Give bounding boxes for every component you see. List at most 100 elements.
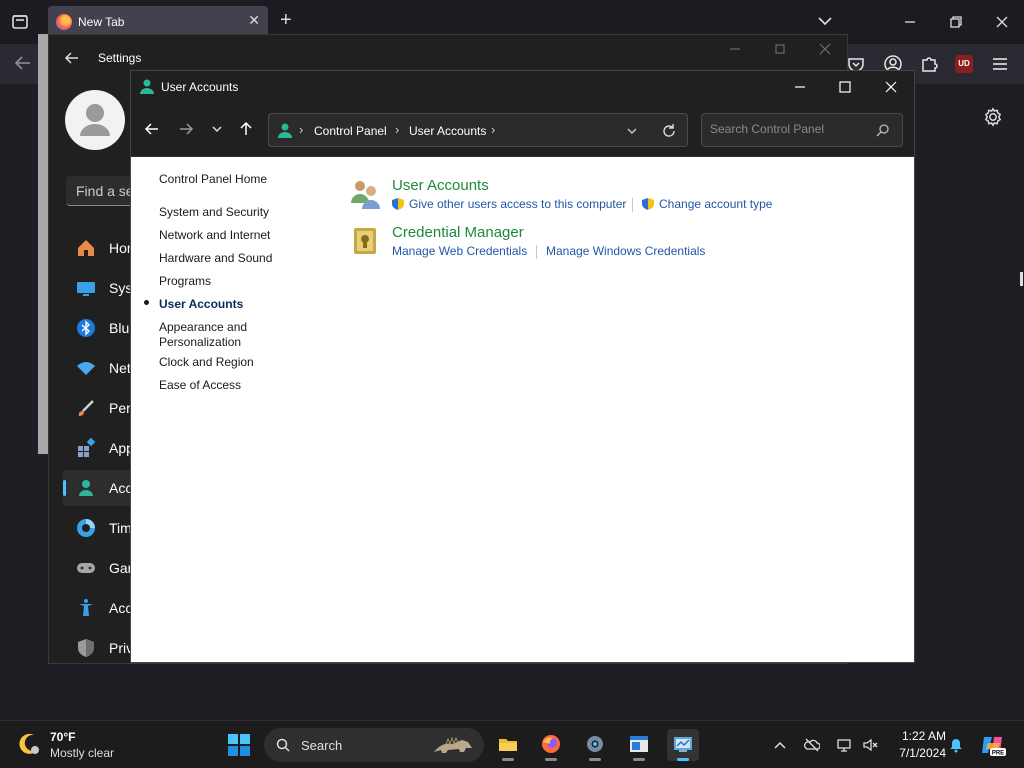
sidebar-item-privacy[interactable]: Priv <box>63 630 133 666</box>
time-icon <box>77 519 95 537</box>
clock-time[interactable]: 1:22 AM <box>890 729 946 743</box>
control-panel-app[interactable] <box>667 729 699 761</box>
credential-manager-heading[interactable]: Credential Manager <box>392 224 524 241</box>
avatar[interactable] <box>65 90 125 150</box>
nav-link-programs[interactable]: Programs <box>159 274 211 289</box>
copilot-badge: PRE <box>992 751 1004 757</box>
onedrive-offline-icon[interactable] <box>804 737 820 753</box>
chevron-down-icon[interactable] <box>816 12 834 30</box>
breadcrumb-separator-icon[interactable]: › <box>299 122 303 137</box>
window-title: User Accounts <box>161 80 239 94</box>
notepad-app[interactable] <box>623 729 655 761</box>
minimize-icon[interactable] <box>898 10 922 34</box>
breadcrumb-control-panel[interactable]: Control Panel <box>314 124 387 138</box>
link-divider <box>632 198 633 212</box>
search-control-panel[interactable] <box>701 113 903 147</box>
selection-indicator <box>63 480 66 496</box>
nav-link-network-and-internet[interactable]: Network and Internet <box>159 228 270 243</box>
uac-shield-icon <box>642 198 654 210</box>
sidebar-item-accounts[interactable]: Acc <box>63 470 133 506</box>
nav-link-ease-of-access[interactable]: Ease of Access <box>159 378 241 393</box>
back-arrow-icon[interactable] <box>63 49 81 67</box>
close-icon[interactable] <box>880 76 902 98</box>
address-bar[interactable]: › Control Panel › User Accounts › <box>268 113 688 147</box>
taskbar-search[interactable]: Search <box>264 728 484 762</box>
give-users-access-link[interactable]: Give other users access to this computer <box>409 197 626 211</box>
list-all-tabs-icon[interactable] <box>8 10 32 34</box>
window-app-icon <box>630 736 648 752</box>
manage-web-credentials-link[interactable]: Manage Web Credentials <box>392 244 527 258</box>
search-input[interactable] <box>710 122 870 136</box>
back-arrow-icon[interactable] <box>143 120 161 138</box>
volume-muted-icon[interactable] <box>862 737 878 753</box>
new-tab-button[interactable]: + <box>280 10 292 30</box>
settings-app[interactable] <box>579 729 611 761</box>
home-icon <box>78 240 94 256</box>
sidebar-item-gaming[interactable]: Gar <box>63 550 133 586</box>
sidebar-item-home[interactable]: Hom <box>63 230 139 266</box>
weather-condition[interactable]: Mostly clear <box>50 746 114 760</box>
weather-moon-icon[interactable] <box>16 731 42 757</box>
sidebar-item-accessibility[interactable]: Acc <box>63 590 133 626</box>
notification-bell-icon[interactable] <box>948 737 964 753</box>
ublock-extension-icon[interactable]: UD <box>955 55 973 73</box>
breadcrumb-user-accounts[interactable]: User Accounts <box>409 124 486 138</box>
close-tab-icon[interactable]: ✕ <box>248 12 260 29</box>
hamburger-menu-icon[interactable] <box>990 54 1010 74</box>
search-icon[interactable] <box>876 123 890 137</box>
restore-icon[interactable] <box>944 10 968 34</box>
title-bar[interactable]: User Accounts <box>131 71 914 103</box>
credential-manager-icon[interactable] <box>349 224 383 258</box>
user-accounts-icon <box>278 123 292 138</box>
display-icon[interactable] <box>836 737 852 753</box>
forward-arrow-icon[interactable] <box>177 120 195 138</box>
weather-temperature[interactable]: 70°F <box>50 730 75 744</box>
file-explorer-app[interactable] <box>492 729 524 761</box>
up-arrow-icon[interactable] <box>237 120 255 138</box>
nav-link-appearance[interactable]: Appearance and <box>159 320 247 335</box>
sidebar-item-time[interactable]: Tim <box>63 510 133 546</box>
sidebar-item-network[interactable]: Net <box>63 350 133 386</box>
sidebar-item-system[interactable]: Syst <box>63 270 136 306</box>
minimize-icon[interactable] <box>789 76 811 98</box>
manage-windows-credentials-link[interactable]: Manage Windows Credentials <box>546 244 705 258</box>
gear-icon[interactable] <box>982 106 1004 128</box>
accounts-icon <box>79 480 93 496</box>
close-icon[interactable] <box>817 41 833 57</box>
nav-link-personalization[interactable]: Personalization <box>159 335 241 350</box>
bluetooth-icon <box>77 319 95 337</box>
minimize-icon[interactable] <box>727 41 743 57</box>
nav-link-clock-and-region[interactable]: Clock and Region <box>159 355 254 370</box>
user-accounts-icon[interactable] <box>349 177 383 211</box>
sidebar-item-label: Acc <box>109 600 133 616</box>
maximize-icon[interactable] <box>834 76 856 98</box>
active-indicator <box>677 758 689 761</box>
system-icon <box>77 282 95 296</box>
control-panel-icon <box>674 737 692 752</box>
nav-link-user-accounts[interactable]: User Accounts <box>159 297 243 312</box>
close-icon[interactable] <box>990 10 1014 34</box>
breadcrumb-separator-icon[interactable]: › <box>491 122 495 137</box>
firefox-app[interactable] <box>535 729 567 761</box>
maximize-icon[interactable] <box>772 41 788 57</box>
nav-link-hardware-and-sound[interactable]: Hardware and Sound <box>159 251 272 266</box>
nav-link-system-and-security[interactable]: System and Security <box>159 205 269 220</box>
clock-date[interactable]: 7/1/2024 <box>890 746 946 760</box>
running-indicator <box>545 758 557 761</box>
windows-start-icon[interactable] <box>227 733 251 757</box>
control-panel-home-link[interactable]: Control Panel Home <box>159 172 267 187</box>
sidebar-item-personalization[interactable]: Pers <box>63 390 138 426</box>
recent-locations-icon[interactable] <box>208 120 226 138</box>
control-panel-window: User Accounts › Control Panel › User Acc… <box>130 70 915 663</box>
breadcrumb-separator-icon[interactable]: › <box>395 122 399 137</box>
change-account-type-link[interactable]: Change account type <box>659 197 772 211</box>
chevron-down-icon[interactable] <box>625 124 639 138</box>
extensions-icon[interactable] <box>919 54 939 74</box>
refresh-icon[interactable] <box>661 123 677 139</box>
back-arrow-icon[interactable] <box>12 52 34 74</box>
sidebar-item-bluetooth[interactable]: Blue <box>63 310 137 346</box>
sidebar-item-apps[interactable]: App <box>63 430 134 466</box>
user-accounts-heading[interactable]: User Accounts <box>392 177 489 194</box>
copilot-icon[interactable]: PRE <box>980 733 1006 757</box>
chevron-up-icon[interactable] <box>772 737 788 753</box>
